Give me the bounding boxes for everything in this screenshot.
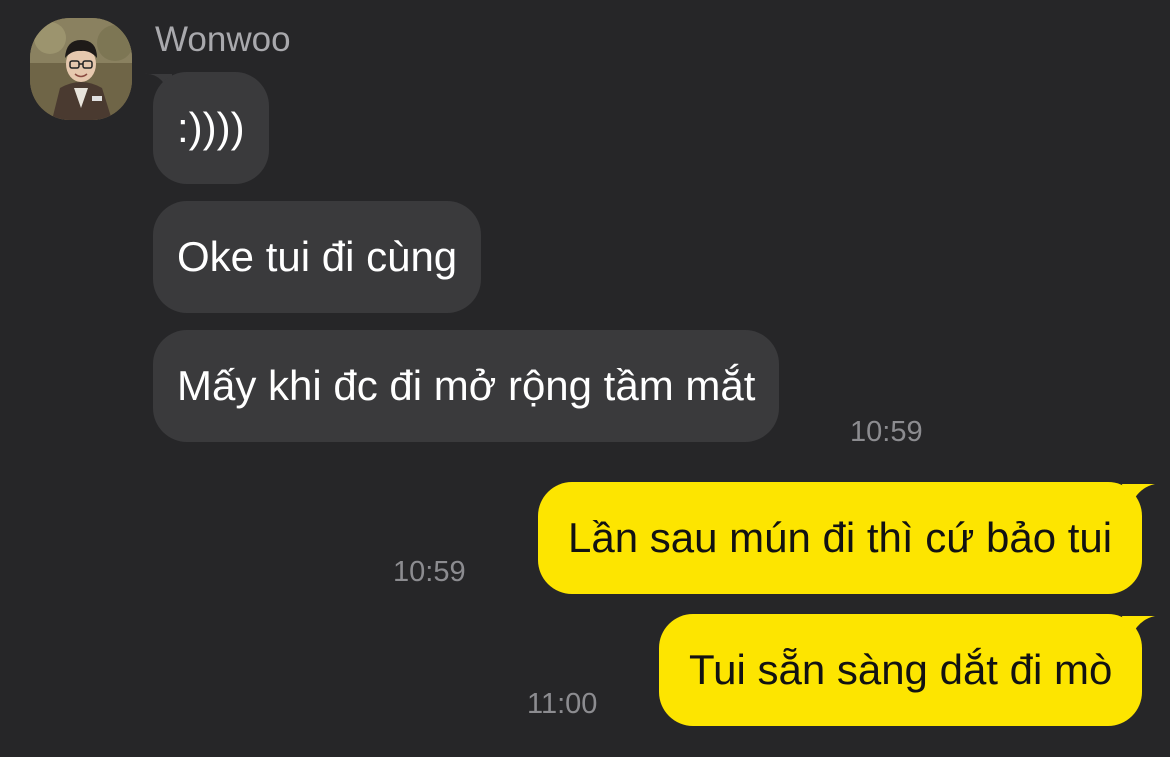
profile-photo-icon <box>30 18 132 120</box>
message-text: Tui sẵn sàng dắt đi mò <box>689 646 1113 693</box>
message-text: Oke tui đi cùng <box>177 233 458 280</box>
incoming-message-bubble[interactable]: Oke tui đi cùng <box>153 201 482 313</box>
message-text: Mấy khi đc đi mở rộng tầm mắt <box>177 362 756 409</box>
incoming-message-bubble[interactable]: :)))) <box>153 72 269 184</box>
contact-name: Wonwoo <box>155 20 291 59</box>
bubble-tail <box>1122 616 1155 644</box>
message-text: Lần sau mún đi thì cứ bảo tui <box>568 514 1113 561</box>
incoming-message-bubble[interactable]: Mấy khi đc đi mở rộng tầm mắt <box>153 330 780 442</box>
message-timestamp: 10:59 <box>393 556 466 588</box>
message-timestamp: 10:59 <box>850 416 923 448</box>
chat-thread: Wonwoo :)))) Oke tui đi cùng Mấy khi đc … <box>0 0 1170 757</box>
message-timestamp: 11:00 <box>527 688 598 720</box>
message-text: :)))) <box>177 104 245 151</box>
outgoing-message-bubble[interactable]: Tui sẵn sàng dắt đi mò <box>659 614 1143 726</box>
bubble-tail <box>1122 484 1155 512</box>
avatar[interactable] <box>30 18 132 120</box>
outgoing-message-bubble[interactable]: Lần sau mún đi thì cứ bảo tui <box>538 482 1143 594</box>
